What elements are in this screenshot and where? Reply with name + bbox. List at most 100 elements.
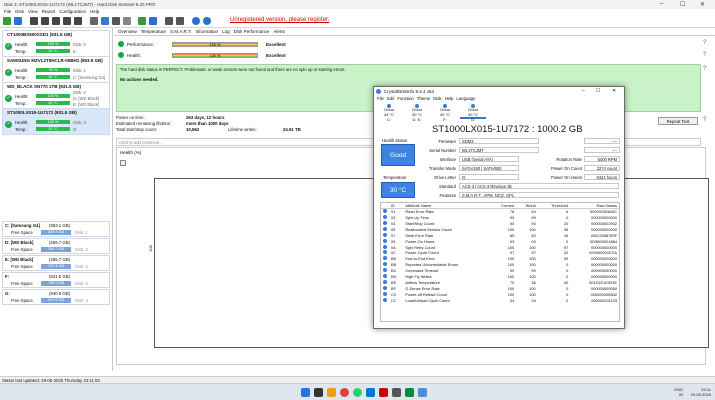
app-icon[interactable] — [379, 388, 388, 397]
crystaldiskinfo-window[interactable]: CrystalDiskInfo 9.4.4 x64 – ☐ ✕ File Edit… — [373, 86, 625, 329]
standard-field: ACS-3 | ACS-3 Revision 3b — [459, 183, 619, 189]
disk-index: Disk: 2 — [73, 90, 86, 95]
close-icon[interactable]: ✕ — [700, 1, 705, 8]
cdi-menu-disk[interactable]: Disk — [433, 96, 441, 101]
chrome-icon[interactable] — [340, 388, 349, 397]
disk-icon[interactable] — [30, 17, 38, 25]
volume-name: E: [WD Black] — [5, 257, 34, 262]
empty-field: ---- — [584, 138, 620, 144]
disk-card-selected[interactable]: ST1000LX015-1U7172 (931.5 GB) Health: 10… — [2, 108, 110, 135]
disk-card[interactable]: SAMSUNG MZVL2T0HCLR-00BH1 (953.9 GB) Hea… — [2, 56, 110, 83]
smart-threshold: 0 — [566, 297, 569, 303]
poweron-label: Power on time: — [116, 115, 145, 120]
poweron-value: 263 days, 12 hours — [186, 115, 225, 120]
performance-bar: 100 % — [172, 41, 258, 47]
app-icon[interactable] — [366, 388, 375, 397]
volume-disk: Disk: 3 — [75, 298, 88, 303]
volume-item[interactable]: E: [WD Black] (465.7 GB) Free Space 167.… — [2, 255, 110, 271]
cdi-menu-theme[interactable]: Theme — [417, 96, 430, 101]
hard-disk-sentinel-icon[interactable] — [405, 388, 414, 397]
disk-icon[interactable] — [41, 17, 49, 25]
cdi-menu-file[interactable]: File — [377, 96, 384, 101]
disk-card[interactable]: CT1000BX500SSD1 (931.5 GB) Health: 100 %… — [2, 30, 110, 57]
cdi-menu-function[interactable]: Function — [397, 96, 413, 101]
performance-label: Performance: — [127, 42, 155, 47]
close-icon[interactable]: ✕ — [612, 88, 616, 94]
volume-disk: Disk: 2 — [75, 247, 88, 252]
chart-y-label: 100 — [147, 245, 153, 252]
cdi-menu-edit[interactable]: Edit — [387, 96, 394, 101]
volume-item[interactable]: G: (930.9 GB) Free Space 929.6 GB Disk: … — [2, 289, 110, 305]
cdi-drive-tab[interactable]: Good 40 °C F: — [432, 103, 458, 121]
tab-overview[interactable]: Overview — [118, 28, 137, 36]
smart-worst: 34 — [531, 297, 536, 303]
empty-field: ---- — [584, 147, 620, 153]
power-on-hours-field: 6324 hours — [584, 174, 620, 180]
disk-icon[interactable] — [74, 17, 82, 25]
tab-log[interactable]: Log — [222, 28, 230, 36]
minimize-icon[interactable]: – — [582, 88, 585, 94]
taskbar — [0, 383, 715, 400]
edit-icon[interactable] — [123, 17, 131, 25]
volume-disk: Disk: 0 — [75, 281, 88, 286]
smart-table[interactable]: ID Attribute Name Current Worst Threshol… — [380, 202, 620, 322]
test-icon[interactable] — [101, 17, 109, 25]
help-icon[interactable] — [192, 17, 200, 25]
refresh-icon[interactable] — [3, 17, 11, 25]
folder-icon[interactable] — [138, 17, 146, 25]
tab-bar: Overview Temperature S.M.A.R.T. Information… — [114, 28, 715, 36]
print-icon[interactable] — [112, 17, 120, 25]
task-view-icon[interactable] — [314, 388, 323, 397]
report-icon[interactable] — [90, 17, 98, 25]
free-space-label: Free Space — [11, 298, 33, 303]
gear-icon[interactable] — [165, 17, 173, 25]
settings-icon[interactable] — [176, 17, 184, 25]
maximize-icon[interactable]: ☐ — [680, 1, 685, 8]
crystaldiskinfo-icon[interactable] — [418, 388, 427, 397]
app-icon[interactable] — [392, 388, 401, 397]
cdi-drive-tab-selected[interactable]: Good 30 °C G: — [460, 103, 486, 121]
minimize-icon[interactable]: – — [660, 1, 663, 7]
table-row[interactable]: C1 Load/Unload Cycle Count 34 34 0 0000000011… — [381, 297, 619, 303]
help-icon[interactable]: ? — [703, 40, 706, 46]
region: IN — [679, 392, 683, 397]
volume-item[interactable]: D: [WD Black] (465.7 GB) Free Space 354.… — [2, 238, 110, 254]
disk-list-pane: CT1000BX500SSD1 (931.5 GB) Health: 100 %… — [0, 28, 113, 371]
maximize-icon[interactable]: ☐ — [596, 88, 600, 94]
disk-card[interactable]: WD_BLACK SN770 1TB (931.5 GB) Health: 10… — [2, 82, 110, 109]
help-icon[interactable]: ? — [703, 117, 706, 123]
file-explorer-icon[interactable] — [327, 388, 336, 397]
tab-temperature[interactable]: Temperature — [141, 28, 166, 36]
register-link[interactable]: Unregistered version, please register. — [230, 17, 329, 23]
cdi-menu-help[interactable]: Help — [445, 96, 454, 101]
tab-information[interactable]: Information — [196, 28, 219, 36]
tab-smart[interactable]: S.M.A.R.T. — [170, 28, 192, 36]
free-space-label: Free Space — [11, 264, 33, 269]
cdi-drive-tab[interactable]: Good 44 °C C: — [376, 103, 402, 121]
field-label: Power On Hours — [551, 175, 582, 180]
toolbar — [0, 15, 715, 28]
volume-name: F: — [5, 274, 10, 279]
refresh-all-icon[interactable] — [14, 17, 22, 25]
volume-item[interactable]: F: (931.5 GB) Free Space 780.5 GB Disk: … — [2, 272, 110, 288]
start-icon[interactable] — [301, 388, 310, 397]
crystaldiskinfo-icon — [376, 89, 381, 94]
cdi-drive-tab[interactable]: Good 30 °C D: E: — [404, 103, 430, 121]
whatsapp-icon[interactable] — [353, 388, 362, 397]
volume-item[interactable]: C: [Samsung G4] (953.1 GB) Free Space 64… — [2, 221, 110, 237]
language-indicator[interactable]: ENG IN — [663, 387, 683, 397]
health-bar: 100 % — [36, 94, 70, 98]
help-icon[interactable]: ? — [703, 52, 706, 58]
free-space-bar: 167.4 GB — [41, 264, 71, 269]
disk-icon[interactable] — [52, 17, 60, 25]
info-icon[interactable] — [203, 17, 211, 25]
save-chart-icon[interactable] — [120, 160, 126, 166]
disk-icon[interactable] — [63, 17, 71, 25]
clock[interactable]: 23:11 29-05-2025 — [685, 387, 711, 397]
tab-disk-performance[interactable]: Disk Performance — [234, 28, 270, 36]
save-icon[interactable] — [149, 17, 157, 25]
repeat-test-button[interactable]: Repeat Test — [658, 117, 698, 125]
tab-alerts[interactable]: Alerts — [273, 28, 285, 36]
help-icon[interactable]: ? — [703, 66, 706, 72]
cdi-menu-language[interactable]: Language — [456, 96, 475, 101]
